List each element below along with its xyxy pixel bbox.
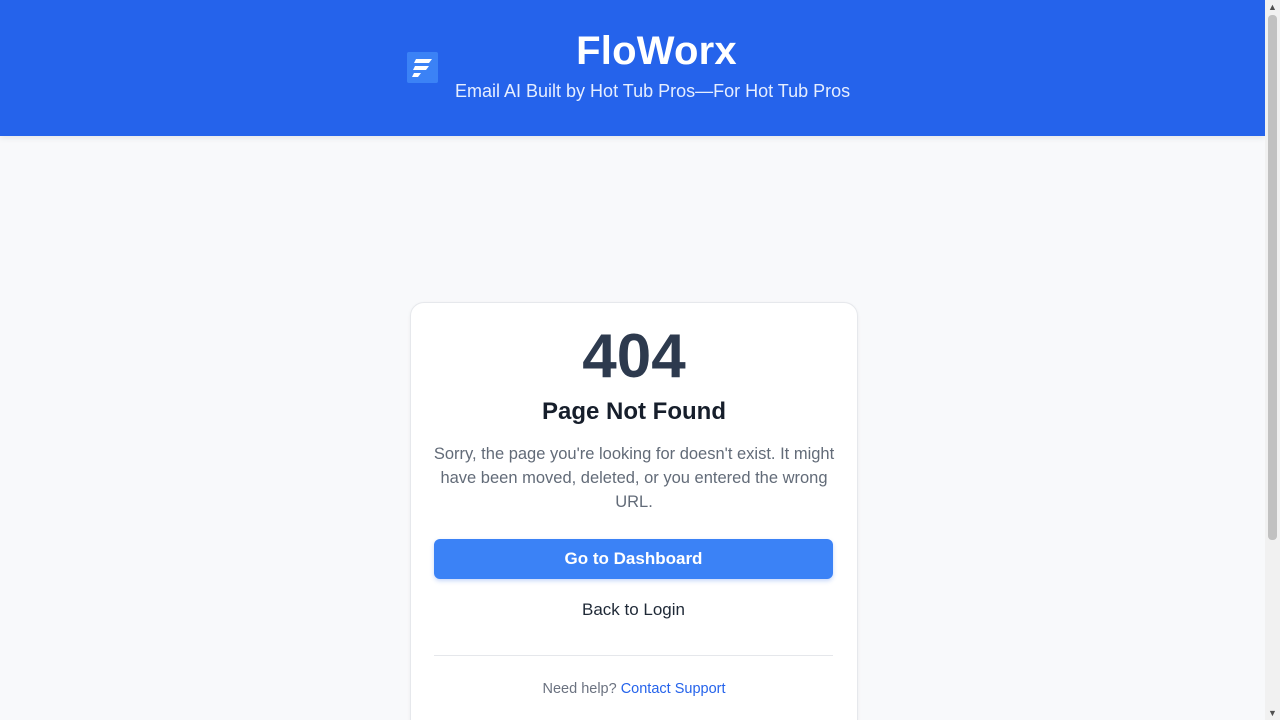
help-prefix: Need help? — [542, 681, 621, 697]
go-to-dashboard-button[interactable]: Go to Dashboard — [434, 539, 833, 579]
not-found-card: 404 Page Not Found Sorry, the page you'r… — [410, 302, 858, 720]
error-code: 404 — [582, 322, 686, 391]
divider — [434, 655, 833, 656]
site-header: FloWorx Email AI Built by Hot Tub Pros—F… — [0, 0, 1265, 136]
error-message: Sorry, the page you're looking for doesn… — [433, 445, 835, 511]
floworx-logo-icon[interactable] — [407, 52, 438, 83]
error-title: Page Not Found — [542, 398, 726, 425]
brand-tagline: Email AI Built by Hot Tub Pros—For Hot T… — [455, 81, 851, 101]
vertical-scrollbar[interactable]: ▲ ▼ — [1265, 0, 1280, 720]
page: FloWorx Email AI Built by Hot Tub Pros—F… — [0, 0, 1280, 720]
contact-support-link[interactable]: Contact Support — [621, 681, 726, 697]
scrollbar-thumb[interactable] — [1268, 15, 1277, 540]
help-text: Need help? Contact Support — [411, 679, 857, 699]
scroll-up-arrow-icon[interactable]: ▲ — [1265, 0, 1280, 14]
back-to-login-button[interactable]: Back to Login — [434, 593, 833, 627]
scroll-down-arrow-icon[interactable]: ▼ — [1265, 706, 1280, 720]
brand-title: FloWorx — [576, 29, 737, 73]
